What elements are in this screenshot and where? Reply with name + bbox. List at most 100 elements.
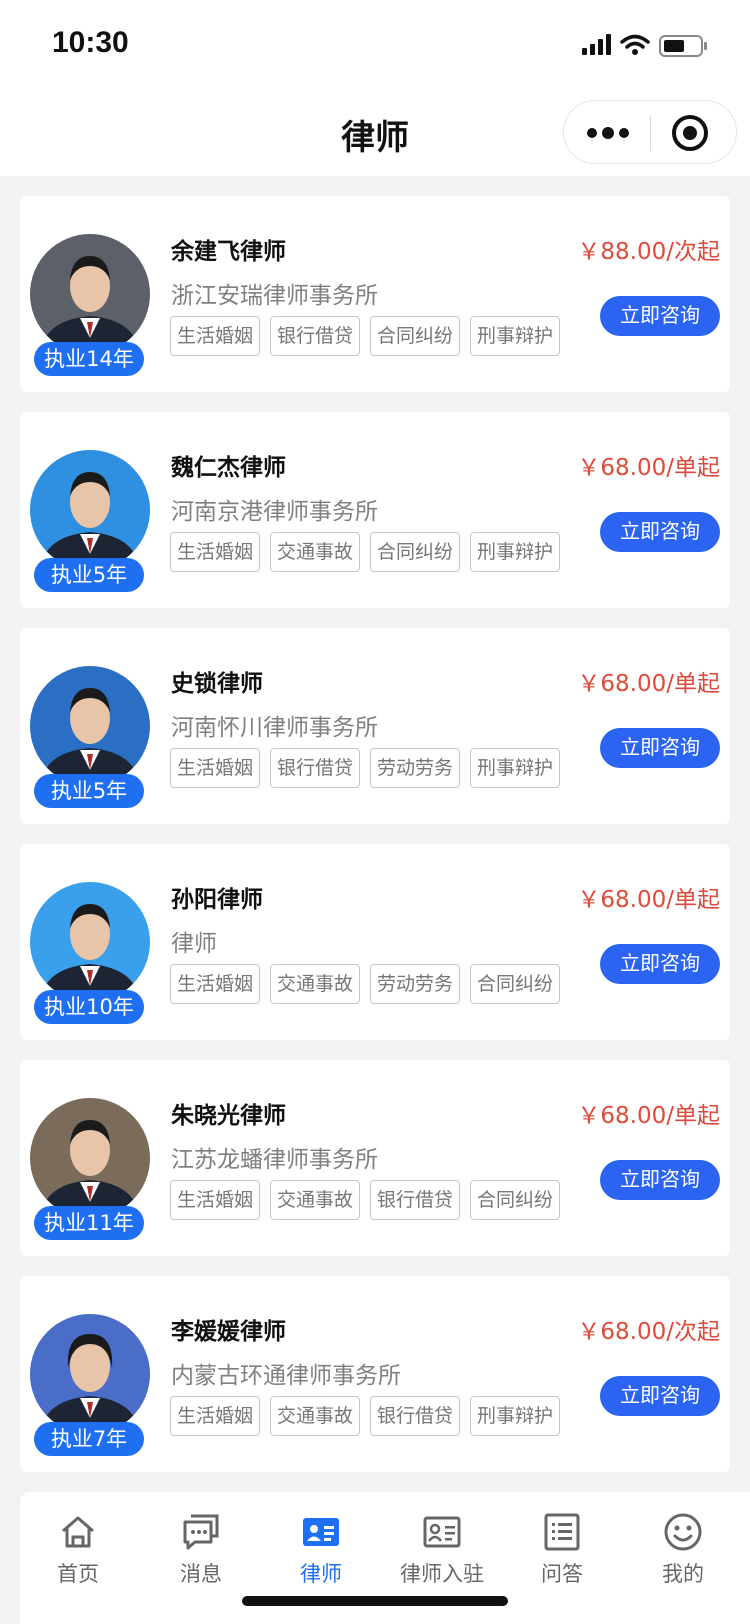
more-icon[interactable] — [586, 123, 630, 143]
specialty-tag: 合同纠纷 — [470, 964, 560, 1004]
law-firm: 河南京港律师事务所 — [171, 499, 378, 525]
tab-label: 消息 — [180, 1562, 222, 1586]
specialty-tag: 交通事故 — [270, 964, 360, 1004]
avatar — [30, 234, 150, 354]
specialty-tag: 生活婚姻 — [170, 1180, 260, 1220]
consult-price: ￥68.00/单起 — [577, 455, 720, 481]
tab-mine[interactable]: 我的 — [633, 1512, 733, 1592]
lawyer-name: 孙阳律师 — [171, 887, 263, 913]
specialty-tag: 刑事辩护 — [470, 748, 560, 788]
specialty-tag: 生活婚姻 — [170, 964, 260, 1004]
specialty-tag: 合同纠纷 — [470, 1180, 560, 1220]
avatar-portrait — [30, 1098, 150, 1218]
consult-now-button[interactable]: 立即咨询 — [600, 944, 720, 984]
close-target-icon[interactable] — [670, 113, 710, 153]
list-icon — [544, 1513, 580, 1551]
consult-price: ￥68.00/单起 — [577, 1103, 720, 1129]
consult-now-button[interactable]: 立即咨询 — [600, 296, 720, 336]
specialty-tags: 生活婚姻 交通事故 劳动劳务 合同纠纷 — [170, 964, 570, 1004]
lawyer-card-icon — [303, 1518, 339, 1546]
avatar — [30, 666, 150, 786]
tab-messages[interactable]: 消息 — [151, 1512, 251, 1592]
specialty-tag: 劳动劳务 — [370, 748, 460, 788]
tab-label: 我的 — [662, 1562, 704, 1586]
specialty-tag: 生活婚姻 — [170, 316, 260, 356]
specialty-tags: 生活婚姻 银行借贷 合同纠纷 刑事辩护 — [170, 316, 570, 356]
law-firm: 浙江安瑞律师事务所 — [171, 283, 378, 309]
tab-qa[interactable]: 问答 — [512, 1512, 612, 1592]
home-indicator — [242, 1596, 508, 1606]
lawyer-list: 执业14年 余建飞律师 浙江安瑞律师事务所 生活婚姻 银行借贷 合同纠纷 刑事辩护 ￥… — [20, 196, 730, 1492]
avatar-portrait — [30, 234, 150, 354]
consult-now-button[interactable]: 立即咨询 — [600, 1160, 720, 1200]
specialty-tag: 银行借贷 — [270, 748, 360, 788]
cellular-signal-icon — [582, 34, 611, 55]
consult-price: ￥68.00/单起 — [577, 887, 720, 913]
specialty-tag: 合同纠纷 — [370, 532, 460, 572]
specialty-tag: 银行借贷 — [370, 1396, 460, 1436]
tab-label: 首页 — [57, 1562, 99, 1586]
avatar — [30, 450, 150, 570]
specialty-tag: 劳动劳务 — [370, 964, 460, 1004]
practice-years-badge: 执业7年 — [34, 1422, 144, 1456]
specialty-tag: 生活婚姻 — [170, 1396, 260, 1436]
specialty-tag: 生活婚姻 — [170, 532, 260, 572]
consult-now-button[interactable]: 立即咨询 — [600, 728, 720, 768]
specialty-tags: 生活婚姻 交通事故 银行借贷 刑事辩护 — [170, 1396, 570, 1436]
practice-years-badge: 执业10年 — [34, 990, 144, 1024]
lawyer-card[interactable]: 执业11年 朱晓光律师 江苏龙蟠律师事务所 生活婚姻 交通事故 银行借贷 合同纠纷 ￥… — [20, 1060, 730, 1256]
consult-price: ￥88.00/次起 — [577, 239, 720, 265]
specialty-tags: 生活婚姻 银行借贷 劳动劳务 刑事辩护 — [170, 748, 570, 788]
lawyer-card[interactable]: 执业10年 孙阳律师 律师 生活婚姻 交通事故 劳动劳务 合同纠纷 ￥68.00/单起… — [20, 844, 730, 1040]
tab-label: 律师入驻 — [400, 1562, 484, 1586]
tab-home[interactable]: 首页 — [28, 1512, 128, 1592]
tab-label: 问答 — [541, 1562, 583, 1586]
lawyer-card[interactable]: 执业14年 余建飞律师 浙江安瑞律师事务所 生活婚姻 银行借贷 合同纠纷 刑事辩护 ￥… — [20, 196, 730, 392]
smile-icon — [664, 1513, 702, 1551]
practice-years-badge: 执业11年 — [34, 1206, 144, 1240]
wifi-icon — [620, 34, 650, 49]
consult-now-button[interactable]: 立即咨询 — [600, 1376, 720, 1416]
specialty-tag: 刑事辩护 — [470, 532, 560, 572]
lawyer-name: 魏仁杰律师 — [171, 455, 286, 481]
specialty-tag: 刑事辩护 — [470, 316, 560, 356]
specialty-tag: 生活婚姻 — [170, 748, 260, 788]
specialty-tags: 生活婚姻 交通事故 银行借贷 合同纠纷 — [170, 1180, 570, 1220]
consult-now-button[interactable]: 立即咨询 — [600, 512, 720, 552]
practice-years-badge: 执业5年 — [34, 558, 144, 592]
avatar — [30, 1098, 150, 1218]
lawyer-card[interactable]: 执业5年 史锁律师 河南怀川律师事务所 生活婚姻 银行借贷 劳动劳务 刑事辩护 ￥68… — [20, 628, 730, 824]
avatar-portrait — [30, 882, 150, 1002]
capsule-divider — [650, 115, 651, 151]
avatar-portrait — [30, 450, 150, 570]
lawyer-name: 史锁律师 — [171, 671, 263, 697]
specialty-tag: 交通事故 — [270, 1180, 360, 1220]
practice-years-badge: 执业14年 — [34, 342, 144, 376]
consult-price: ￥68.00/单起 — [577, 671, 720, 697]
law-firm: 河南怀川律师事务所 — [171, 715, 378, 741]
status-bar: 10:30 — [0, 0, 750, 92]
avatar-portrait — [30, 1314, 150, 1434]
tab-lawyer-join[interactable]: 律师入驻 — [392, 1512, 492, 1592]
specialty-tag: 交通事故 — [270, 532, 360, 572]
status-time: 10:30 — [52, 26, 129, 59]
lawyer-card[interactable]: 执业7年 李媛媛律师 内蒙古环通律师事务所 生活婚姻 交通事故 银行借贷 刑事辩护 ￥… — [20, 1276, 730, 1472]
specialty-tag: 交通事故 — [270, 1396, 360, 1436]
law-firm: 江苏龙蟠律师事务所 — [171, 1147, 378, 1173]
status-icons — [582, 34, 707, 57]
avatar — [30, 1314, 150, 1434]
tab-label: 律师 — [300, 1562, 342, 1586]
tab-lawyers[interactable]: 律师 — [271, 1512, 371, 1592]
id-card-icon — [423, 1516, 461, 1548]
specialty-tag: 刑事辩护 — [470, 1396, 560, 1436]
lawyer-name: 朱晓光律师 — [171, 1103, 286, 1129]
lawyer-name: 余建飞律师 — [171, 239, 286, 265]
mini-program-capsule — [563, 100, 737, 164]
lawyer-card[interactable]: 执业5年 魏仁杰律师 河南京港律师事务所 生活婚姻 交通事故 合同纠纷 刑事辩护 ￥6… — [20, 412, 730, 608]
home-icon — [62, 1516, 94, 1548]
specialty-tag: 合同纠纷 — [370, 316, 460, 356]
practice-years-badge: 执业5年 — [34, 774, 144, 808]
specialty-tags: 生活婚姻 交通事故 合同纠纷 刑事辩护 — [170, 532, 570, 572]
avatar-portrait — [30, 666, 150, 786]
law-firm: 内蒙古环通律师事务所 — [171, 1363, 401, 1389]
